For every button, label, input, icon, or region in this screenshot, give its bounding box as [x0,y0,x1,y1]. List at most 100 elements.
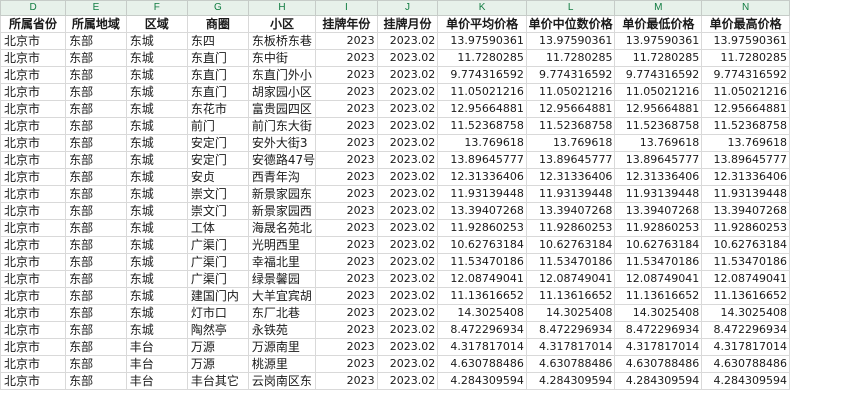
table-cell[interactable]: 2023.02 [376,270,439,288]
table-cell[interactable]: 东板桥东巷 [247,32,317,50]
table-cell[interactable]: 11.7280285 [614,49,703,67]
table-cell[interactable]: 2023.02 [376,372,439,390]
table-cell[interactable]: 绿景馨园 [247,270,317,288]
table-cell[interactable]: 东部 [65,134,127,152]
table-cell[interactable]: 2023 [315,236,378,254]
table-cell[interactable]: 2023.02 [376,134,439,152]
column-header-l[interactable]: L [525,0,616,16]
table-cell[interactable]: 2023 [315,168,378,186]
table-cell[interactable]: 12.95664881 [525,100,616,118]
table-cell[interactable]: 东城 [125,202,188,220]
table-cell[interactable]: 2023.02 [376,236,439,254]
table-cell[interactable]: 9.774316592 [614,66,703,84]
table-cell[interactable]: 9.774316592 [701,66,790,84]
table-cell[interactable]: 11.05021216 [437,83,527,101]
table-cell[interactable]: 12.08749041 [701,270,790,288]
table-cell[interactable]: 12.31336406 [525,168,616,186]
field-header-cell[interactable]: 单价最高价格 [701,15,790,33]
field-header-cell[interactable]: 挂牌年份 [315,15,378,33]
table-cell[interactable]: 4.317817014 [614,338,703,356]
table-cell[interactable]: 12.95664881 [614,100,703,118]
column-header-n[interactable]: N [701,0,790,16]
table-cell[interactable]: 北京市 [0,168,67,186]
table-cell[interactable]: 10.62763184 [614,236,703,254]
table-cell[interactable]: 13.97590361 [437,32,527,50]
table-cell[interactable]: 东直门 [186,83,249,101]
table-cell[interactable]: 12.95664881 [437,100,527,118]
table-cell[interactable]: 光明西里 [247,236,317,254]
table-cell[interactable]: 13.769618 [701,134,790,152]
table-cell[interactable]: 东城 [125,287,188,305]
table-cell[interactable]: 西青年沟 [247,168,317,186]
table-cell[interactable]: 13.89645777 [614,151,703,169]
table-cell[interactable]: 新景家园东 [247,185,317,203]
table-cell[interactable]: 北京市 [0,100,67,118]
table-cell[interactable]: 2023 [315,49,378,67]
table-cell[interactable]: 11.93139448 [525,185,616,203]
table-cell[interactable]: 4.317817014 [437,338,527,356]
table-cell[interactable]: 13.89645777 [525,151,616,169]
table-cell[interactable]: 2023.02 [376,202,439,220]
table-cell[interactable]: 2023 [315,270,378,288]
table-cell[interactable]: 11.13616652 [525,287,616,305]
table-cell[interactable]: 11.52368758 [614,117,703,135]
table-cell[interactable]: 4.630788486 [437,355,527,373]
table-cell[interactable]: 东部 [65,66,127,84]
table-cell[interactable]: 8.472296934 [614,321,703,339]
table-cell[interactable]: 东部 [65,270,127,288]
table-cell[interactable]: 东城 [125,253,188,271]
field-header-cell[interactable]: 所属地域 [65,15,127,33]
table-cell[interactable]: 13.39407268 [525,202,616,220]
table-cell[interactable]: 2023.02 [376,321,439,339]
table-cell[interactable]: 北京市 [0,270,67,288]
table-cell[interactable]: 广渠门 [186,270,249,288]
table-cell[interactable]: 2023.02 [376,287,439,305]
field-header-cell[interactable]: 商圈 [186,15,249,33]
table-cell[interactable]: 安德路47号 [247,151,317,169]
column-header-e[interactable]: E [65,0,127,16]
table-cell[interactable]: 11.53470186 [701,253,790,271]
table-cell[interactable]: 东城 [125,185,188,203]
table-cell[interactable]: 13.769618 [614,134,703,152]
field-header-cell[interactable]: 单价最低价格 [614,15,703,33]
table-cell[interactable]: 2023.02 [376,355,439,373]
table-cell[interactable]: 东厂北巷 [247,304,317,322]
table-cell[interactable]: 东部 [65,304,127,322]
table-cell[interactable]: 11.93139448 [437,185,527,203]
table-cell[interactable]: 万源南里 [247,338,317,356]
table-cell[interactable]: 13.39407268 [437,202,527,220]
table-cell[interactable]: 2023.02 [376,304,439,322]
table-cell[interactable]: 2023 [315,32,378,50]
table-cell[interactable]: 北京市 [0,49,67,67]
table-cell[interactable]: 14.3025408 [437,304,527,322]
table-cell[interactable]: 丰台其它 [186,372,249,390]
table-cell[interactable]: 陶然亭 [186,321,249,339]
table-cell[interactable]: 4.630788486 [701,355,790,373]
table-cell[interactable]: 2023.02 [376,49,439,67]
table-cell[interactable]: 10.62763184 [701,236,790,254]
table-cell[interactable]: 北京市 [0,134,67,152]
column-header-g[interactable]: G [186,0,249,16]
table-cell[interactable]: 广渠门 [186,236,249,254]
table-cell[interactable]: 东城 [125,304,188,322]
column-header-j[interactable]: J [376,0,439,16]
table-cell[interactable]: 4.317817014 [701,338,790,356]
table-cell[interactable]: 2023 [315,287,378,305]
table-cell[interactable]: 东部 [65,338,127,356]
table-cell[interactable]: 13.97590361 [614,32,703,50]
column-header-i[interactable]: I [315,0,378,16]
table-cell[interactable]: 安贞 [186,168,249,186]
table-cell[interactable]: 12.08749041 [525,270,616,288]
table-cell[interactable]: 东部 [65,287,127,305]
table-cell[interactable]: 11.93139448 [614,185,703,203]
table-cell[interactable]: 东城 [125,66,188,84]
table-cell[interactable]: 11.7280285 [701,49,790,67]
column-header-f[interactable]: F [125,0,188,16]
table-cell[interactable]: 12.08749041 [614,270,703,288]
table-cell[interactable]: 4.284309594 [525,372,616,390]
table-cell[interactable]: 13.769618 [525,134,616,152]
table-cell[interactable]: 11.92860253 [437,219,527,237]
table-cell[interactable]: 13.89645777 [701,151,790,169]
table-cell[interactable]: 8.472296934 [437,321,527,339]
table-cell[interactable]: 4.317817014 [525,338,616,356]
